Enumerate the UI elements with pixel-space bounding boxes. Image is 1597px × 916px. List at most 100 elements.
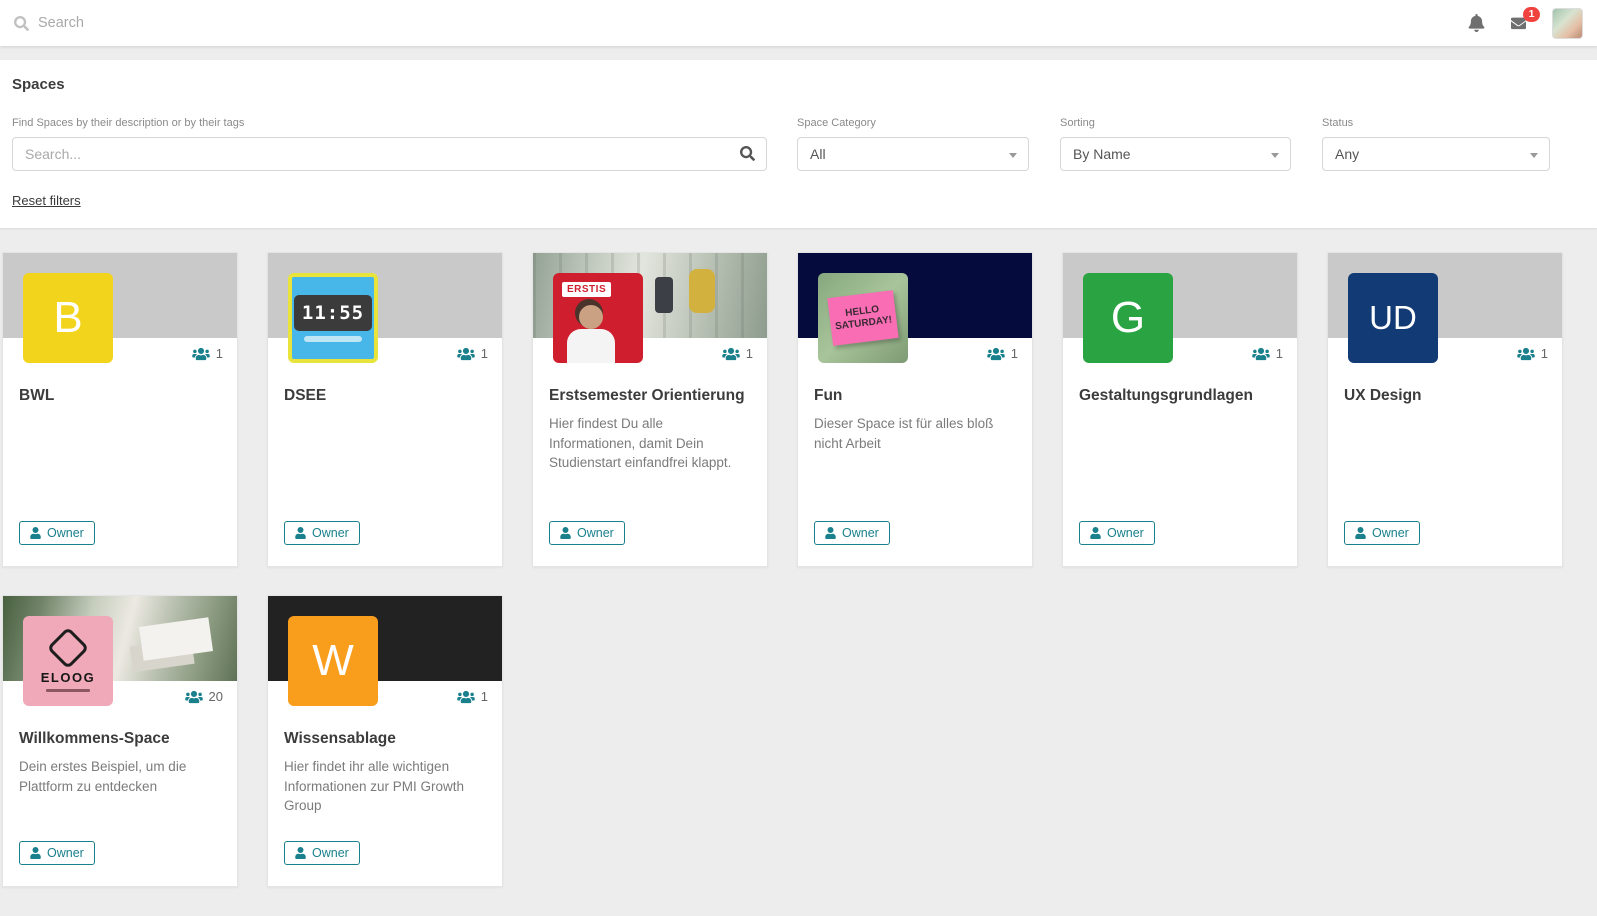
person-icon [1355,527,1366,539]
user-avatar[interactable] [1552,7,1583,39]
messages-button[interactable]: 1 [1509,6,1540,31]
owner-badge-label: Owner [1372,526,1409,540]
space-title[interactable]: BWL [19,384,221,407]
space-card-fun[interactable]: HELLO SATURDAY! 1 Fun Dieser Space ist f… [797,252,1033,567]
global-search [14,15,358,31]
bell-icon [1468,14,1485,32]
members-number: 1 [480,346,488,361]
sorting-label: Sorting [1060,117,1095,129]
space-title[interactable]: UX Design [1344,384,1546,407]
space-avatar[interactable]: UD [1348,273,1438,363]
owner-badge-label: Owner [842,526,879,540]
space-card-bwl[interactable]: B 1 BWL Owner [2,252,238,567]
owner-badge-label: Owner [1107,526,1144,540]
global-search-input[interactable] [38,15,358,31]
space-title[interactable]: Willkommens-Space [19,727,221,750]
spaces-grid: B 1 BWL Owner 11:55 1 DSEE Owner ERSTIS … [2,252,1568,916]
reset-filters-link[interactable]: Reset filters [12,193,81,208]
sorting-select[interactable]: By Name [1060,137,1291,171]
space-card-erstsemester[interactable]: ERSTIS 1 Erstsemester Orientierung Hier … [532,252,768,567]
space-description: Hier findet ihr alle wichtigen Informati… [284,759,465,814]
members-number: 1 [1540,346,1548,361]
avatar-logo-text: ERSTIS [562,282,612,297]
status-selected-value: Any [1335,146,1360,162]
space-avatar[interactable]: G [1083,273,1173,363]
avatar-sign-text: HELLO SATURDAY! [827,290,899,346]
space-card-willkommens[interactable]: ELOOG 20 Willkommens-Space Dein erstes B… [2,595,238,887]
space-card-wissensablage[interactable]: W 1 Wissensablage Hier findet ihr alle w… [267,595,503,887]
owner-badge: Owner [19,841,95,865]
avatar-illustration [579,305,603,329]
owner-badge: Owner [284,521,360,545]
space-card-dsee[interactable]: 11:55 1 DSEE Owner [267,252,503,567]
members-icon [192,347,210,360]
space-title[interactable]: Wissensablage [284,727,486,750]
avatar-logo-tagline [46,688,90,692]
person-icon [560,527,571,539]
clock-display: 11:55 [293,294,373,331]
space-description: Dieser Space ist für alles bloß nicht Ar… [814,416,994,451]
category-label: Space Category [797,117,876,129]
space-card-gestaltungsgrundlagen[interactable]: G 1 Gestaltungsgrundlagen Owner [1062,252,1298,567]
space-avatar[interactable]: ERSTIS [553,273,643,363]
notifications-button[interactable] [1468,14,1485,32]
owner-badge: Owner [814,521,890,545]
members-icon [184,690,203,703]
members-count: 1 [192,346,223,361]
space-search-input[interactable] [12,137,767,171]
category-selected-value: All [810,146,826,162]
status-label: Status [1322,117,1354,129]
space-description: Hier findest Du alle Informationen, dami… [549,416,732,471]
status-select[interactable]: Any [1322,137,1550,171]
members-number: 20 [208,689,223,704]
space-avatar[interactable]: W [288,616,378,706]
members-icon [987,347,1005,360]
avatar-illustration [567,329,615,363]
members-icon [457,690,475,703]
members-count: 1 [457,346,488,361]
members-number: 1 [1010,346,1018,361]
avatar-logo-text: ELOOG [40,669,96,685]
space-title[interactable]: Fun [814,384,1016,407]
space-title[interactable]: Gestaltungsgrundlagen [1079,384,1281,407]
space-card-ux-design[interactable]: UD 1 UX Design Owner [1327,252,1563,567]
members-number: 1 [215,346,223,361]
owner-badge-label: Owner [577,526,614,540]
members-icon [1517,347,1535,360]
search-submit-icon[interactable] [740,146,755,161]
avatar-initial: UD [1369,299,1417,336]
person-icon [825,527,836,539]
person-icon [30,847,41,859]
sorting-selected-value: By Name [1073,146,1131,162]
members-icon [722,347,740,360]
space-avatar[interactable]: B [23,273,113,363]
chevron-down-icon [1271,153,1279,158]
members-icon [457,347,475,360]
members-number: 1 [745,346,753,361]
owner-badge-label: Owner [47,846,84,860]
space-avatar[interactable]: HELLO SATURDAY! [818,273,908,363]
category-select[interactable]: All [797,137,1029,171]
avatar-initial: G [1110,293,1146,342]
person-icon [295,847,306,859]
members-count: 1 [987,346,1018,361]
chevron-down-icon [1009,153,1017,158]
owner-badge: Owner [1344,521,1420,545]
unread-messages-badge: 1 [1523,6,1540,22]
spaces-filter-panel: Spaces Find Spaces by their description … [0,60,1597,228]
owner-badge: Owner [1079,521,1155,545]
person-icon [1090,527,1101,539]
person-icon [295,527,306,539]
members-icon [1252,347,1270,360]
members-count: 1 [722,346,753,361]
members-number: 1 [480,689,488,704]
clock-base-decoration [304,335,362,342]
avatar-initial: W [312,636,354,685]
space-title[interactable]: Erstsemester Orientierung [549,384,751,407]
space-avatar[interactable]: ELOOG [23,616,113,706]
space-title[interactable]: DSEE [284,384,486,407]
chevron-down-icon [1530,153,1538,158]
owner-badge-label: Owner [47,526,84,540]
space-avatar[interactable]: 11:55 [288,273,378,363]
page-title: Spaces [12,76,65,93]
